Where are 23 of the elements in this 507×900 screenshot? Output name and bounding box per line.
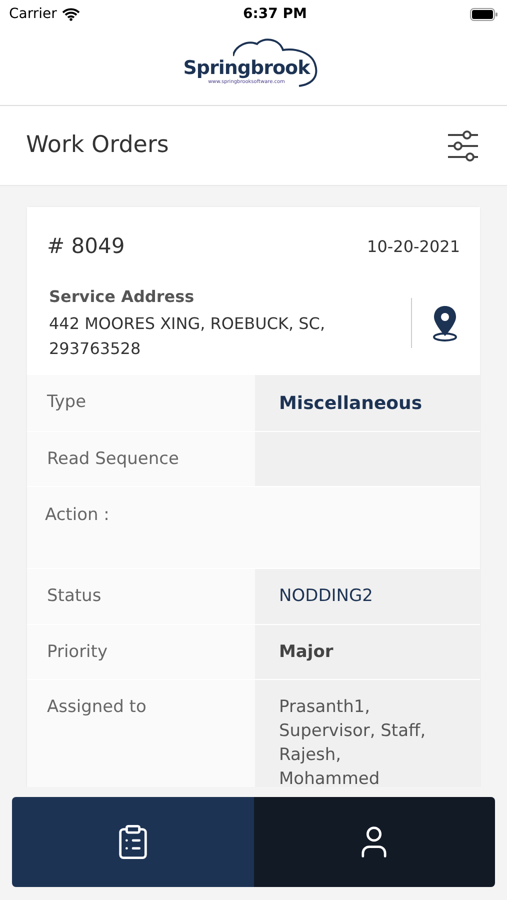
field-label: Read Sequence (47, 448, 179, 470)
field-label: Type (47, 390, 86, 414)
logo-wordmark: Springbrook (183, 56, 310, 78)
work-order-number: # 8049 (47, 233, 125, 260)
filter-button[interactable] (445, 128, 481, 164)
service-address: 442 MOORES XING, ROEBUCK, SC, 293763528 (49, 312, 326, 360)
battery-icon (470, 8, 498, 20)
field-value: Miscellaneous (279, 392, 422, 414)
wifi-icon (62, 8, 80, 20)
map-pin-icon (431, 304, 459, 342)
field-value: Prasanth1, Supervisor, Staff, Rajesh, Mohammed (279, 697, 426, 787)
field-label: Action : (45, 504, 110, 527)
field-value: Major (279, 642, 334, 662)
field-value: NODDING2 (279, 586, 373, 606)
carrier-label: Carrier (9, 4, 57, 24)
clock-time: 6:37 PM (243, 4, 307, 24)
page-title: Work Orders (26, 131, 169, 160)
field-label: Priority (47, 640, 108, 664)
address-label: Service Address (49, 286, 196, 308)
field-label: Status (47, 585, 102, 608)
field-label: Assigned to (47, 696, 146, 719)
work-order-date: 10-20-2021 (367, 236, 460, 258)
sliders-icon (446, 130, 480, 162)
